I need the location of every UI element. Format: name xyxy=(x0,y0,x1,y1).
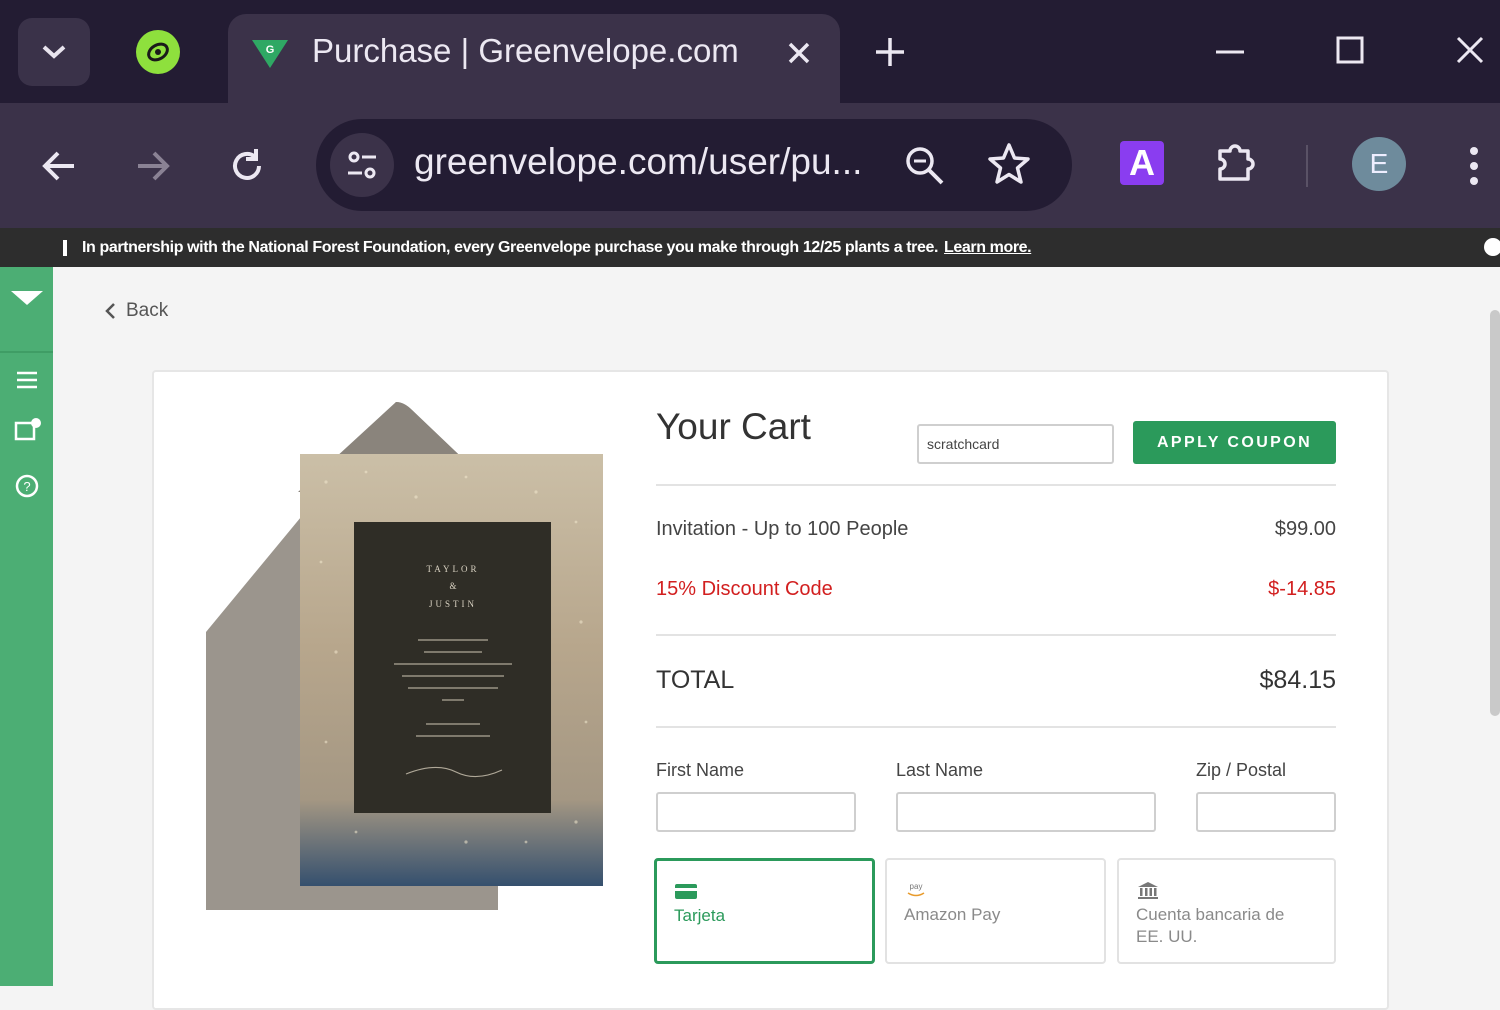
svg-text:?: ? xyxy=(23,479,30,494)
minimize-icon[interactable] xyxy=(1210,30,1250,70)
chevron-down-icon xyxy=(42,45,66,59)
last-name-label: Last Name xyxy=(896,760,984,780)
cart-card: TAYLOR & JUSTIN Your Cart scratchcard AP… xyxy=(152,370,1389,1010)
last-name-field[interactable] xyxy=(896,792,1156,832)
zoom-icon[interactable] xyxy=(902,143,946,187)
back-link[interactable]: Back xyxy=(104,300,168,322)
maximize-icon[interactable] xyxy=(1330,30,1370,70)
active-tab[interactable]: G Purchase | Greenvelope.com xyxy=(228,14,840,106)
discount-label: 15% Discount Code xyxy=(656,578,833,600)
address-bar[interactable]: greenvelope.com/user/pu... xyxy=(316,119,1072,211)
tab-search-button[interactable] xyxy=(18,18,90,86)
forward-arrow-icon[interactable] xyxy=(128,141,178,191)
notifications-icon[interactable] xyxy=(12,415,42,445)
tree-icon xyxy=(63,240,67,256)
line-item-amount: $99.00 xyxy=(1274,518,1336,540)
bank-icon xyxy=(1138,882,1158,899)
menu-icon[interactable] xyxy=(12,365,42,395)
page-scrollbar[interactable] xyxy=(1490,310,1500,716)
discount-line-item: 15% Discount Code $-14.85 xyxy=(656,578,1336,601)
help-icon[interactable]: ? xyxy=(12,471,42,501)
bookmark-star-icon[interactable] xyxy=(986,141,1032,187)
invitation-amp: & xyxy=(449,581,456,591)
browser-tab-bar: G Purchase | Greenvelope.com xyxy=(0,0,1500,106)
new-tab-icon[interactable] xyxy=(866,28,914,76)
payment-option-label: Cuenta bancaria de EE. UU. xyxy=(1136,905,1285,946)
payment-option-label: Amazon Pay xyxy=(904,905,1001,924)
invitation-name2: JUSTIN xyxy=(429,599,477,609)
total-label: TOTAL xyxy=(656,666,735,694)
apply-coupon-button[interactable]: APPLY COUPON xyxy=(1133,421,1336,464)
extensions-puzzle-icon[interactable] xyxy=(1212,137,1264,189)
cart-title: Your Cart xyxy=(656,406,811,447)
announcement-bar: In partnership with the National Forest … xyxy=(0,228,1500,267)
first-name-field[interactable] xyxy=(656,792,856,832)
invitation-preview-image: TAYLOR & JUSTIN xyxy=(206,402,603,910)
tab-title: Purchase | Greenvelope.com xyxy=(312,32,739,69)
learn-more-link[interactable]: Learn more. xyxy=(944,239,1032,256)
tune-icon xyxy=(348,151,376,179)
site-info-button[interactable] xyxy=(330,133,394,197)
browser-toolbar: greenvelope.com/user/pu... A E xyxy=(0,103,1500,228)
back-label: Back xyxy=(126,300,169,321)
divider xyxy=(656,634,1336,636)
announcement-text: In partnership with the National Forest … xyxy=(82,239,939,256)
svg-text:pay: pay xyxy=(910,882,923,891)
browser-menu-icon[interactable] xyxy=(1454,141,1494,191)
toolbar-separator xyxy=(1306,145,1308,187)
back-arrow-icon[interactable] xyxy=(34,141,84,191)
zip-label: Zip / Postal xyxy=(1196,760,1287,780)
total-line: TOTAL $84.15 xyxy=(656,666,1336,695)
payment-option-label: Tarjeta xyxy=(674,906,726,925)
greenvelope-favicon-icon: G xyxy=(252,40,288,68)
first-name-label: First Name xyxy=(656,760,745,780)
zip-field[interactable] xyxy=(1196,792,1336,832)
amazon-pay-icon: pay xyxy=(907,882,925,897)
close-window-icon[interactable] xyxy=(1450,30,1490,70)
pinned-tab[interactable] xyxy=(130,24,186,80)
line-item-label: Invitation - Up to 100 People xyxy=(656,518,909,540)
pinned-tab-favicon-icon xyxy=(136,30,180,74)
card-icon xyxy=(675,884,697,899)
divider xyxy=(656,484,1336,486)
greenvelope-logo[interactable] xyxy=(0,267,53,353)
profile-avatar[interactable]: E xyxy=(1352,137,1406,191)
payment-option-bank[interactable]: Cuenta bancaria de EE. UU. xyxy=(1117,858,1336,964)
close-tab-icon[interactable] xyxy=(780,34,818,72)
payment-option-card[interactable]: Tarjeta xyxy=(654,858,875,964)
url-text[interactable]: greenvelope.com/user/pu... xyxy=(414,141,862,183)
discount-amount: $-14.85 xyxy=(1268,578,1336,600)
chevron-left-icon xyxy=(105,303,115,319)
line-item: Invitation - Up to 100 People $99.00 xyxy=(656,518,1336,541)
invitation-name1: TAYLOR xyxy=(427,564,480,574)
app-sidebar: ? xyxy=(0,267,53,986)
total-amount: $84.15 xyxy=(1259,666,1336,694)
announcement-close-icon[interactable] xyxy=(1484,238,1500,256)
payment-option-amazon-pay[interactable]: pay Amazon Pay xyxy=(885,858,1106,964)
reload-icon[interactable] xyxy=(222,141,272,191)
coupon-input[interactable]: scratchcard xyxy=(917,424,1114,464)
svg-text:G: G xyxy=(266,44,275,56)
extension-a-icon[interactable]: A xyxy=(1120,141,1164,185)
divider xyxy=(656,726,1336,728)
